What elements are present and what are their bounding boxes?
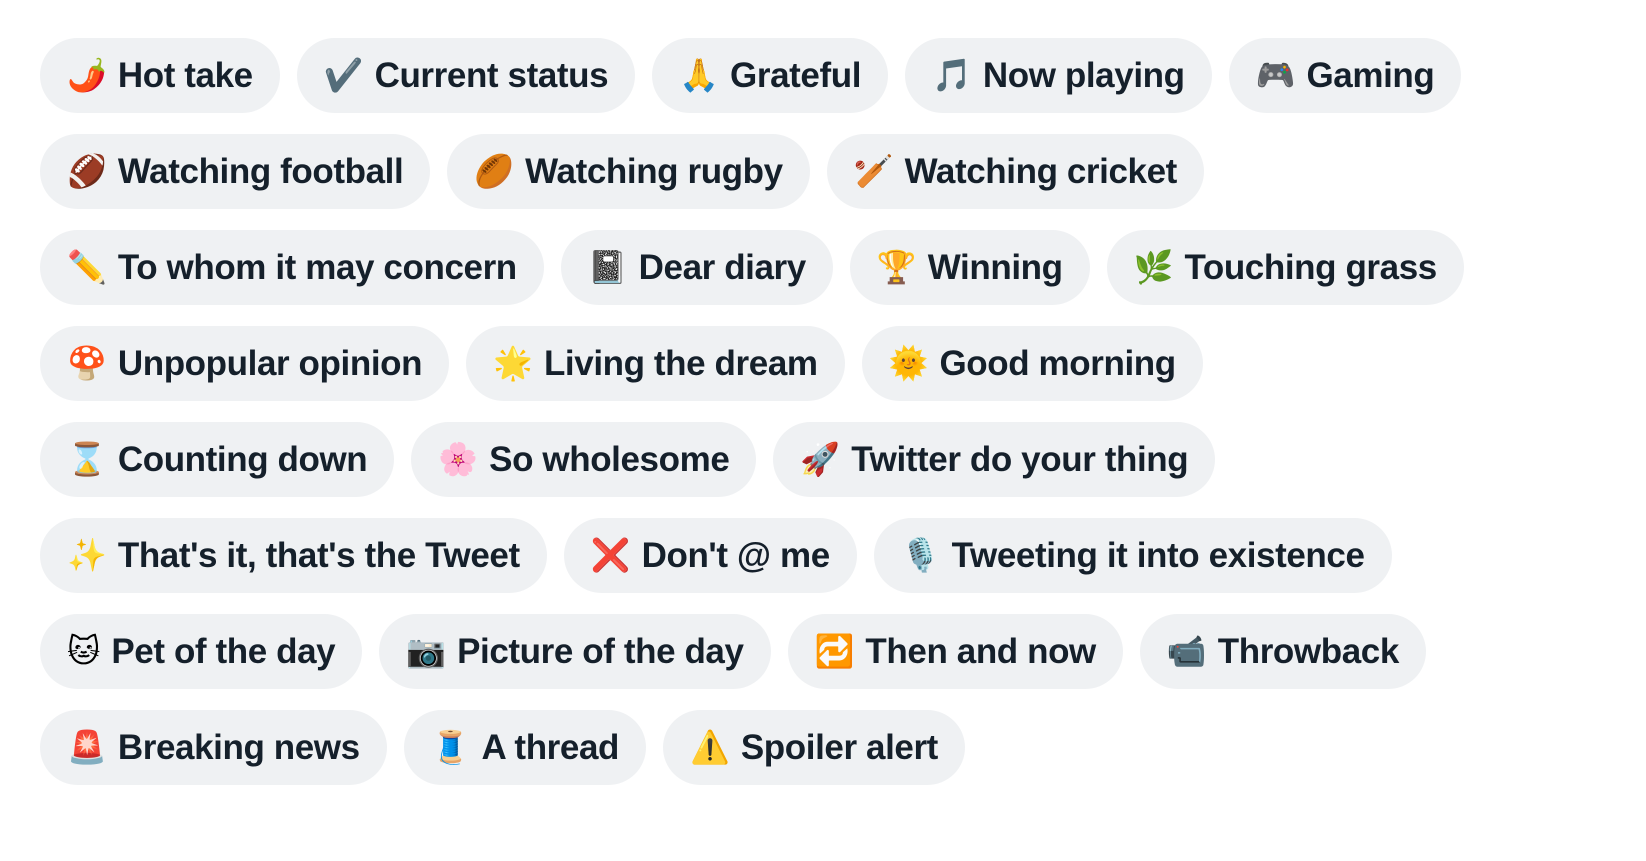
chip-label: A thread [481,728,620,767]
chip-row: ✨ That's it, that's the Tweet ❌ Don't @ me 🎙… [40,518,1606,593]
chip-label: Touching grass [1184,248,1437,287]
video-game-controller-emoji: 🎮 [1255,55,1296,94]
chip-label: Breaking news [117,728,360,767]
chip-label: Current status [374,56,609,95]
hourglass-emoji: ⌛ [67,439,107,478]
prompt-chip[interactable]: ✔️ Current status [296,38,636,113]
prompt-chip[interactable]: 🌸 So wholesome [411,422,757,497]
prompt-chip[interactable]: 🙏 Grateful [652,38,889,113]
rocket-emoji: 🚀 [800,439,841,478]
chip-label: Throwback [1217,632,1400,671]
hot-pepper-emoji: 🌶️ [67,55,107,94]
prompt-chip-board: 🌶️ Hot take ✔️ Current status 🙏 Grateful 🎵 Now … [0,0,1646,785]
chip-label: To whom it may concern [117,248,517,287]
prompt-chip[interactable]: 🏉 Watching rugby [447,134,810,209]
chip-label: Dear diary [638,248,807,287]
chip-row: ✏️ To whom it may concern 📓 Dear diary 🏆 Winn… [40,230,1606,305]
prompt-chip[interactable]: 📷 Picture of the day [379,614,771,689]
prompt-chip[interactable]: ⚠️ Spoiler alert [663,710,965,785]
prompt-chip[interactable]: 📹 Throwback [1139,614,1426,689]
chip-row: 🍄 Unpopular opinion 🌟 Living the dream 🌞 Good… [40,326,1606,401]
chip-row: 🐱 Pet of the day 📷 Picture of the day 🔁 Then … [40,614,1606,689]
prompt-chip[interactable]: 🚨 Breaking news [40,710,387,785]
repeat-arrows-emoji: 🔁 [814,631,855,670]
prompt-chip[interactable]: 🌶️ Hot take [40,38,280,113]
cross-mark-emoji: ❌ [590,535,631,574]
prompt-chip[interactable]: 🌟 Living the dream [466,326,845,401]
thread-spool-emoji: 🧵 [430,727,471,766]
check-mark-emoji: ✔️ [323,55,364,94]
cat-face-emoji: 🐱 [67,631,101,670]
prompt-chip[interactable]: 🐱 Pet of the day [40,614,363,689]
prompt-chip[interactable]: 🏈 Watching football [40,134,431,209]
prompt-chip[interactable]: ✏️ To whom it may concern [40,230,544,305]
warning-sign-emoji: ⚠️ [690,727,730,766]
prompt-chip[interactable]: 🚀 Twitter do your thing [773,422,1216,497]
chip-row: 🌶️ Hot take ✔️ Current status 🙏 Grateful 🎵 Now … [40,38,1606,113]
sun-with-face-emoji: 🌞 [888,343,929,382]
chip-row: 🏈 Watching football 🏉 Watching rugby 🏏 Watchi… [40,134,1606,209]
trophy-emoji: 🏆 [876,247,917,286]
prompt-chip[interactable]: ✨ That's it, that's the Tweet [40,518,547,593]
chip-label: So wholesome [489,440,730,479]
chip-row: ⌛ Counting down 🌸 So wholesome 🚀 Twitter do y… [40,422,1606,497]
chip-label: Counting down [117,440,368,479]
chip-label: Don't @ me [641,536,831,575]
chip-label: Watching cricket [904,152,1178,191]
camera-emoji: 📷 [406,631,447,670]
rugby-football-emoji: 🏉 [474,151,515,190]
mushroom-emoji: 🍄 [67,343,107,382]
chip-label: That's it, that's the Tweet [117,536,520,575]
chip-label: Twitter do your thing [851,440,1189,479]
prompt-chip[interactable]: ⌛ Counting down [40,422,395,497]
prompt-chip[interactable]: 🌿 Touching grass [1106,230,1464,305]
prompt-chip[interactable]: 🌞 Good morning [861,326,1203,401]
american-football-emoji: 🏈 [67,151,107,190]
chip-row: 🚨 Breaking news 🧵 A thread ⚠️ Spoiler alert [40,710,1606,785]
police-light-emoji: 🚨 [67,727,107,766]
chip-label: Watching rugby [525,152,783,191]
chip-label: Watching football [117,152,404,191]
chip-label: Winning [927,248,1063,287]
prompt-chip[interactable]: 🏏 Watching cricket [826,134,1204,209]
prompt-chip[interactable]: 🧵 A thread [403,710,646,785]
prompt-chip[interactable]: 🏆 Winning [849,230,1090,305]
video-camera-emoji: 📹 [1166,631,1207,670]
chip-label: Living the dream [543,344,818,383]
cricket-bat-and-ball-emoji: 🏏 [853,151,894,190]
chip-label: Pet of the day [111,632,336,671]
chip-label: Unpopular opinion [117,344,423,383]
prompt-chip[interactable]: 🎮 Gaming [1228,38,1462,113]
chip-label: Tweeting it into existence [951,536,1365,575]
chip-label: Gaming [1306,56,1435,95]
herb-emoji: 🌿 [1133,247,1174,286]
prompt-chip[interactable]: 🔁 Then and now [787,614,1123,689]
chip-label: Grateful [730,56,862,95]
chip-label: Now playing [982,56,1185,95]
cherry-blossom-emoji: 🌸 [438,439,479,478]
studio-microphone-emoji: 🎙️ [900,535,941,574]
glowing-star-emoji: 🌟 [493,343,533,382]
chip-label: Good morning [939,344,1176,383]
sparkles-emoji: ✨ [67,535,107,574]
musical-note-emoji: 🎵 [932,55,972,94]
folded-hands-emoji: 🙏 [679,55,720,94]
chip-label: Spoiler alert [740,728,938,767]
prompt-chip[interactable]: 🎵 Now playing [905,38,1212,113]
prompt-chip[interactable]: ❌ Don't @ me [563,518,857,593]
prompt-chip[interactable]: 🎙️ Tweeting it into existence [873,518,1392,593]
chip-label: Then and now [865,632,1096,671]
prompt-chip[interactable]: 📓 Dear diary [560,230,833,305]
pencil-emoji: ✏️ [67,247,107,286]
chip-label: Picture of the day [457,632,744,671]
notebook-emoji: 📓 [587,247,628,286]
prompt-chip[interactable]: 🍄 Unpopular opinion [40,326,450,401]
chip-label: Hot take [117,56,253,95]
